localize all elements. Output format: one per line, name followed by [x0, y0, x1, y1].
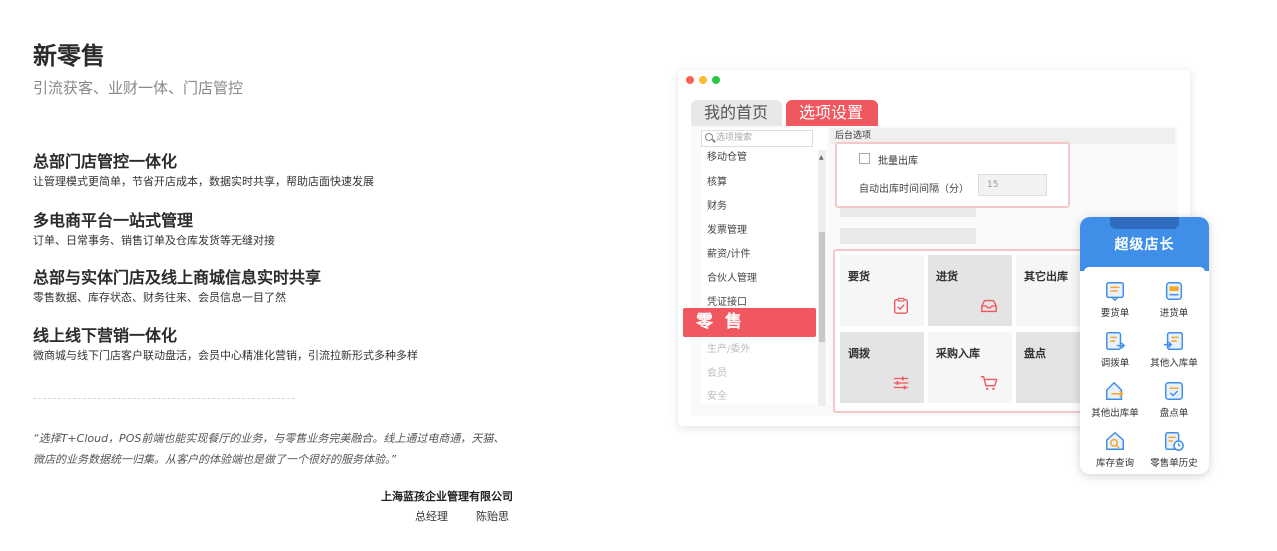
mobile-menu-item[interactable]: 库存查询 — [1085, 430, 1145, 469]
feature-desc: 微商城与线下门店客户联动盘活，会员中心精准化营销，引流拉新形式多种多样 — [33, 349, 418, 362]
clipboard-check-icon — [894, 297, 908, 314]
function-tile-label: 其它出库 — [1024, 270, 1068, 283]
search-placeholder: 选项搜索 — [716, 133, 753, 143]
tab-options[interactable]: 选项设置 — [786, 100, 878, 126]
stock-in-icon — [1163, 332, 1183, 350]
sidebar-item[interactable]: 核算 — [707, 173, 727, 188]
function-tile[interactable]: 要货 — [840, 255, 924, 326]
sidebar-scrollbar[interactable]: ▲ — [818, 150, 826, 406]
options-search-input[interactable]: 选项搜索 — [701, 130, 813, 147]
mobile-title: 超级店长 — [1114, 237, 1175, 253]
sidebar-item[interactable]: 凭证接口 — [707, 293, 747, 308]
minimize-dot-icon — [699, 76, 707, 84]
testimonial-company: 上海蓝孩企业管理有限公司 — [381, 490, 513, 503]
retail-function-grid: 要货 进货 其它出库 调拨 采购入库 盘点 — [833, 249, 1102, 413]
tab-home[interactable]: 我的首页 — [691, 100, 782, 126]
tab-bar: 我的首页 选项设置 — [691, 100, 878, 126]
stock-out-icon — [1106, 381, 1124, 400]
feature-item: 线上线下营销一体化 微商城与线下门店客户联动盘活，会员中心精准化营销，引流拉新形… — [33, 326, 533, 364]
testimonial-person: 总经理 陈贻思 — [415, 508, 509, 524]
mobile-menu: 要货单 进货单 调拨单 其他入库单 其他出库单 盘点单 库存查询 零售单历史 — [1084, 267, 1205, 469]
purchase-icon — [1165, 282, 1183, 300]
sidebar-item[interactable]: 生产/委外 — [707, 340, 750, 355]
phone-notch — [1110, 217, 1179, 229]
mobile-header: 超级店长 — [1080, 217, 1209, 271]
transfer-icon — [1106, 332, 1126, 350]
sidebar-item[interactable]: 发票管理 — [707, 221, 747, 236]
mobile-menu-item[interactable]: 要货单 — [1085, 280, 1145, 319]
sidebar-item[interactable]: 财务 — [707, 197, 727, 212]
sidebar-item[interactable]: 会员 — [707, 364, 727, 379]
scrollbar-thumb[interactable] — [819, 232, 825, 342]
mobile-menu-label: 调拨单 — [1100, 358, 1130, 369]
mobile-menu-item[interactable]: 调拨单 — [1085, 330, 1145, 369]
testimonial-name: 陈贻思 — [476, 510, 509, 523]
sidebar-item[interactable]: 移动仓管 — [707, 148, 747, 163]
feature-title: 多电商平台一站式管理 — [33, 211, 194, 230]
retail-history-icon — [1165, 432, 1184, 451]
mobile-menu-item[interactable]: 其他入库单 — [1144, 330, 1204, 369]
mobile-menu-label: 进货单 — [1159, 308, 1189, 319]
maximize-dot-icon — [712, 76, 720, 84]
stock-query-icon — [1106, 431, 1124, 450]
batch-outbound-checkbox[interactable] — [859, 153, 870, 164]
mobile-menu-item[interactable]: 盘点单 — [1144, 380, 1204, 419]
placeholder-bar — [840, 228, 976, 244]
function-tile-label: 调拨 — [848, 347, 870, 360]
page-subtitle: 引流获客、业财一体、门店管控 — [33, 79, 244, 97]
mobile-app-mockup: 超级店长 要货单 进货单 调拨单 其他入库单 其他出库单 盘点单 库存查询 零售… — [1080, 217, 1209, 474]
feature-title: 总部门店管控一体化 — [33, 152, 178, 171]
options-sidebar: 选项搜索 移动仓管 核算 财务 发票管理 薪资/计件 合伙人管理 凭证接口 生产… — [701, 128, 827, 406]
function-tile-label: 采购入库 — [936, 347, 980, 360]
close-dot-icon — [686, 76, 694, 84]
sidebar-item[interactable]: 薪资/计件 — [707, 245, 750, 260]
window-controls — [686, 76, 720, 84]
feature-desc: 零售数据、库存状态、财务往来、会员信息一目了然 — [33, 291, 286, 304]
cart-icon — [980, 376, 998, 391]
mobile-menu-label: 要货单 — [1100, 308, 1130, 319]
mobile-menu-label: 盘点单 — [1159, 408, 1189, 419]
feature-title: 总部与实体门店及线上商城信息实时共享 — [33, 268, 322, 287]
mobile-menu-label: 零售单历史 — [1150, 458, 1198, 469]
function-tile-label: 要货 — [848, 270, 870, 283]
retail-options-popup: 批量出库 自动出库时间间隔（分） 15 — [835, 142, 1070, 208]
mobile-menu-item[interactable]: 零售单历史 — [1144, 430, 1204, 469]
function-tile[interactable]: 进货 — [928, 255, 1012, 326]
mobile-menu-item[interactable]: 其他出库单 — [1085, 380, 1145, 419]
feature-title: 线上线下营销一体化 — [33, 326, 178, 345]
function-tile[interactable]: 采购入库 — [928, 332, 1012, 403]
interval-input[interactable]: 15 — [978, 174, 1047, 196]
inbox-icon — [981, 299, 997, 313]
page-title: 新零售 — [33, 42, 105, 70]
mobile-menu-item[interactable]: 进货单 — [1144, 280, 1204, 319]
feature-desc: 订单、日常事务、销售订单及仓库发货等无缝对接 — [33, 234, 275, 247]
feature-item: 总部门店管控一体化 让管理模式更简单，节省开店成本，数据实时共享，帮助店面快速发… — [33, 152, 533, 190]
function-tile-label: 盘点 — [1024, 347, 1046, 360]
feature-item: 多电商平台一站式管理 订单、日常事务、销售订单及仓库发货等无缝对接 — [33, 211, 533, 249]
batch-outbound-label: 批量出库 — [878, 156, 918, 167]
sidebar-item-retail[interactable]: 零 售 — [683, 308, 816, 337]
feature-item: 总部与实体门店及线上商城信息实时共享 零售数据、库存状态、财务往来、会员信息一目… — [33, 268, 533, 306]
sliders-icon — [893, 376, 909, 390]
divider — [33, 398, 295, 399]
mobile-menu-label: 其他出库单 — [1091, 408, 1139, 419]
testimonial-role: 总经理 — [415, 510, 448, 523]
testimonial-quote: “选择T+Cloud，POS前端也能实现餐厅的业务，与零售业务完美融合。线上通过… — [33, 432, 505, 466]
mobile-menu-label: 库存查询 — [1095, 458, 1134, 469]
inventory-count-icon — [1165, 382, 1183, 400]
function-tile[interactable]: 调拨 — [840, 332, 924, 403]
interval-label: 自动出库时间间隔（分） — [859, 184, 969, 195]
feature-desc: 让管理模式更简单，节省开店成本，数据实时共享，帮助店面快速发展 — [33, 175, 374, 188]
sidebar-item[interactable]: 合伙人管理 — [707, 269, 757, 284]
scroll-up-icon[interactable]: ▲ — [819, 154, 824, 161]
mobile-menu-label: 其他入库单 — [1150, 358, 1198, 369]
sidebar-item[interactable]: 安全 — [707, 387, 727, 402]
search-icon — [705, 133, 713, 141]
function-tile-label: 进货 — [936, 270, 958, 283]
requisition-icon — [1106, 282, 1124, 302]
